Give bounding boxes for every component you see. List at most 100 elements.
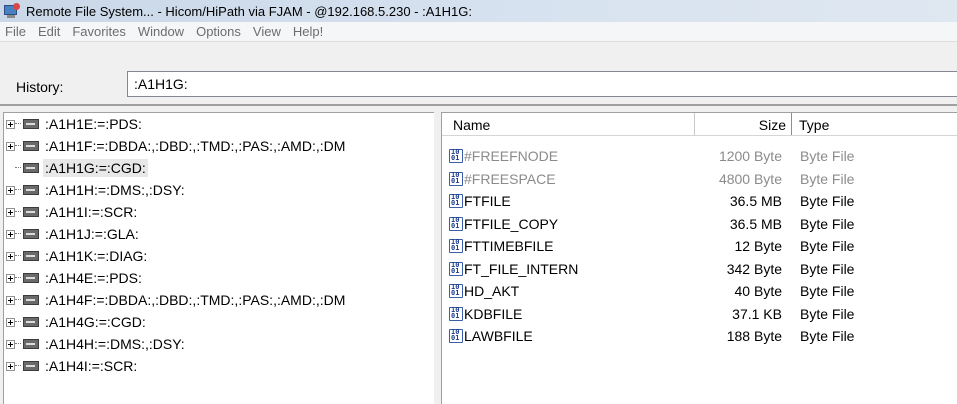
file-type: Byte File bbox=[800, 328, 855, 344]
drive-icon bbox=[23, 251, 39, 261]
expand-icon[interactable] bbox=[6, 119, 15, 129]
tree-connector-line bbox=[15, 233, 21, 235]
tree-connector-line bbox=[15, 365, 21, 367]
tree-item[interactable]: :A1H4H:=:DMS:,:DSY: bbox=[4, 333, 435, 355]
file-name: FTFILE_COPY bbox=[464, 215, 559, 232]
tree-connector-line bbox=[15, 321, 21, 323]
drive-icon bbox=[23, 207, 39, 217]
expand-icon[interactable] bbox=[6, 207, 15, 217]
tree-item[interactable]: :A1H1H:=:DMS:,:DSY: bbox=[4, 179, 435, 201]
file-row[interactable]: FTTIMEBFILE 12 Byte Byte File bbox=[442, 236, 957, 259]
column-header-type[interactable]: Type bbox=[792, 113, 957, 135]
tree-connector-line bbox=[15, 189, 21, 191]
tree-connector-line bbox=[15, 299, 21, 301]
menu-window[interactable]: Window bbox=[132, 22, 190, 41]
menu-edit[interactable]: Edit bbox=[32, 22, 66, 41]
tree-item-label: :A1H1E:=:PDS: bbox=[45, 116, 142, 132]
menu-options[interactable]: Options bbox=[190, 22, 247, 41]
menu-view[interactable]: View bbox=[247, 22, 287, 41]
expand-icon[interactable] bbox=[6, 273, 15, 283]
tree-item-label: :A1H1J:=:GLA: bbox=[45, 226, 139, 242]
pane-splitter[interactable] bbox=[434, 112, 441, 403]
file-size: 40 Byte bbox=[734, 283, 782, 299]
tree-item[interactable]: :A1H4I:=:SCR: bbox=[4, 355, 435, 377]
expand-icon[interactable] bbox=[6, 361, 15, 371]
folder-tree[interactable]: :A1H1E:=:PDS::A1H1F:=:DBDA:,:DBD:,:TMD:,… bbox=[3, 112, 435, 404]
expand-icon[interactable] bbox=[6, 339, 15, 349]
drive-icon bbox=[23, 317, 39, 327]
file-row[interactable]: FTFILE_COPY 36.5 MB Byte File bbox=[442, 214, 957, 237]
expand-icon[interactable] bbox=[6, 185, 15, 195]
binary-file-icon bbox=[449, 284, 463, 298]
tree-item[interactable]: :A1H1G:=:CGD: bbox=[4, 157, 435, 179]
tree-item-label: :A1H1G:=:CGD: bbox=[43, 159, 148, 177]
file-type: Byte File bbox=[800, 193, 855, 209]
menu-help[interactable]: Help! bbox=[287, 22, 329, 41]
tree-item[interactable]: :A1H1I:=:SCR: bbox=[4, 201, 435, 223]
binary-file-icon bbox=[449, 149, 463, 163]
file-row[interactable]: FTFILE 36.5 MB Byte File bbox=[442, 191, 957, 214]
drive-icon bbox=[23, 163, 39, 173]
file-row[interactable]: #FREESPACE 4800 Byte Byte File bbox=[442, 169, 957, 192]
history-input[interactable]: :A1H1G: bbox=[127, 71, 957, 97]
file-size: 36.5 MB bbox=[729, 193, 782, 209]
binary-file-icon bbox=[449, 261, 463, 276]
file-size: 12 Byte bbox=[734, 238, 782, 254]
file-type: Byte File bbox=[800, 260, 855, 277]
file-list[interactable]: Name Size Type #FREEFNODE 1200 Byte Byte F… bbox=[441, 112, 957, 404]
menu-favorites[interactable]: Favorites bbox=[66, 22, 131, 41]
app-icon[interactable] bbox=[4, 3, 20, 19]
tree-item-label: :A1H4G:=:CGD: bbox=[45, 314, 146, 330]
tree-connector-line bbox=[15, 123, 21, 125]
drive-icon bbox=[23, 339, 39, 349]
file-type: Byte File bbox=[800, 305, 855, 322]
binary-file-icon bbox=[449, 239, 463, 253]
tree-item[interactable]: :A1H1J:=:GLA: bbox=[4, 223, 435, 245]
tree-connector-line bbox=[15, 343, 21, 345]
file-type: Byte File bbox=[800, 283, 855, 299]
tree-item-label: :A1H4F:=:DBDA:,:DBD:,:TMD:,:PAS:,:AMD:,:… bbox=[45, 292, 346, 308]
file-row[interactable]: FT_FILE_INTERN 342 Byte Byte File bbox=[442, 259, 957, 282]
tree-item[interactable]: :A1H1E:=:PDS: bbox=[4, 113, 435, 135]
file-size: 4800 Byte bbox=[718, 170, 782, 187]
tree-item[interactable]: :A1H4G:=:CGD: bbox=[4, 311, 435, 333]
tree-item[interactable]: :A1H4E:=:PDS: bbox=[4, 267, 435, 289]
binary-file-icon bbox=[449, 194, 463, 208]
tree-connector-line bbox=[15, 277, 21, 279]
file-name: LAWBFILE bbox=[464, 328, 533, 344]
expand-icon[interactable] bbox=[6, 141, 15, 151]
tree-connector-line bbox=[15, 145, 21, 147]
file-row[interactable]: HD_AKT 40 Byte Byte File bbox=[442, 281, 957, 304]
file-size: 37.1 KB bbox=[732, 305, 782, 322]
column-header-size[interactable]: Size bbox=[695, 113, 792, 135]
tree-item-label: :A1H1K:=:DIAG: bbox=[45, 248, 148, 264]
file-row[interactable]: LAWBFILE 188 Byte Byte File bbox=[442, 326, 957, 349]
menu-bar: File Edit Favorites Window Options View … bbox=[0, 22, 957, 42]
file-name: HD_AKT bbox=[464, 283, 520, 299]
title-bar[interactable]: Remote File System... - Hicom/HiPath via… bbox=[0, 0, 957, 22]
expand-icon[interactable] bbox=[6, 317, 15, 327]
tree-item[interactable]: :A1H1F:=:DBDA:,:DBD:,:TMD:,:PAS:,:AMD:,:… bbox=[4, 135, 435, 157]
list-header: Name Size Type bbox=[442, 113, 957, 136]
tree-item[interactable]: :A1H1K:=:DIAG: bbox=[4, 245, 435, 267]
tree-item-label: :A1H4I:=:SCR: bbox=[45, 358, 138, 374]
file-name: KDBFILE bbox=[464, 305, 523, 322]
menu-file[interactable]: File bbox=[0, 22, 32, 41]
tree-connector bbox=[6, 164, 15, 173]
column-header-name[interactable]: Name bbox=[442, 113, 695, 135]
drive-icon bbox=[23, 185, 39, 195]
expand-icon[interactable] bbox=[6, 251, 15, 261]
binary-file-icon bbox=[449, 306, 463, 321]
history-bar: History: :A1H1G: bbox=[0, 42, 957, 104]
expand-icon[interactable] bbox=[6, 229, 15, 239]
tree-item[interactable]: :A1H4F:=:DBDA:,:DBD:,:TMD:,:PAS:,:AMD:,:… bbox=[4, 289, 435, 311]
tree-connector-line bbox=[15, 167, 21, 169]
drive-icon bbox=[23, 229, 39, 239]
tree-item-label: :A1H1I:=:SCR: bbox=[45, 204, 138, 220]
file-row[interactable]: #FREEFNODE 1200 Byte Byte File bbox=[442, 146, 957, 169]
file-row[interactable]: KDBFILE 37.1 KB Byte File bbox=[442, 304, 957, 327]
tree-item-label: :A1H1H:=:DMS:,:DSY: bbox=[45, 182, 185, 198]
expand-icon[interactable] bbox=[6, 295, 15, 305]
file-type: Byte File bbox=[800, 215, 855, 232]
file-name: FTFILE bbox=[464, 193, 511, 209]
